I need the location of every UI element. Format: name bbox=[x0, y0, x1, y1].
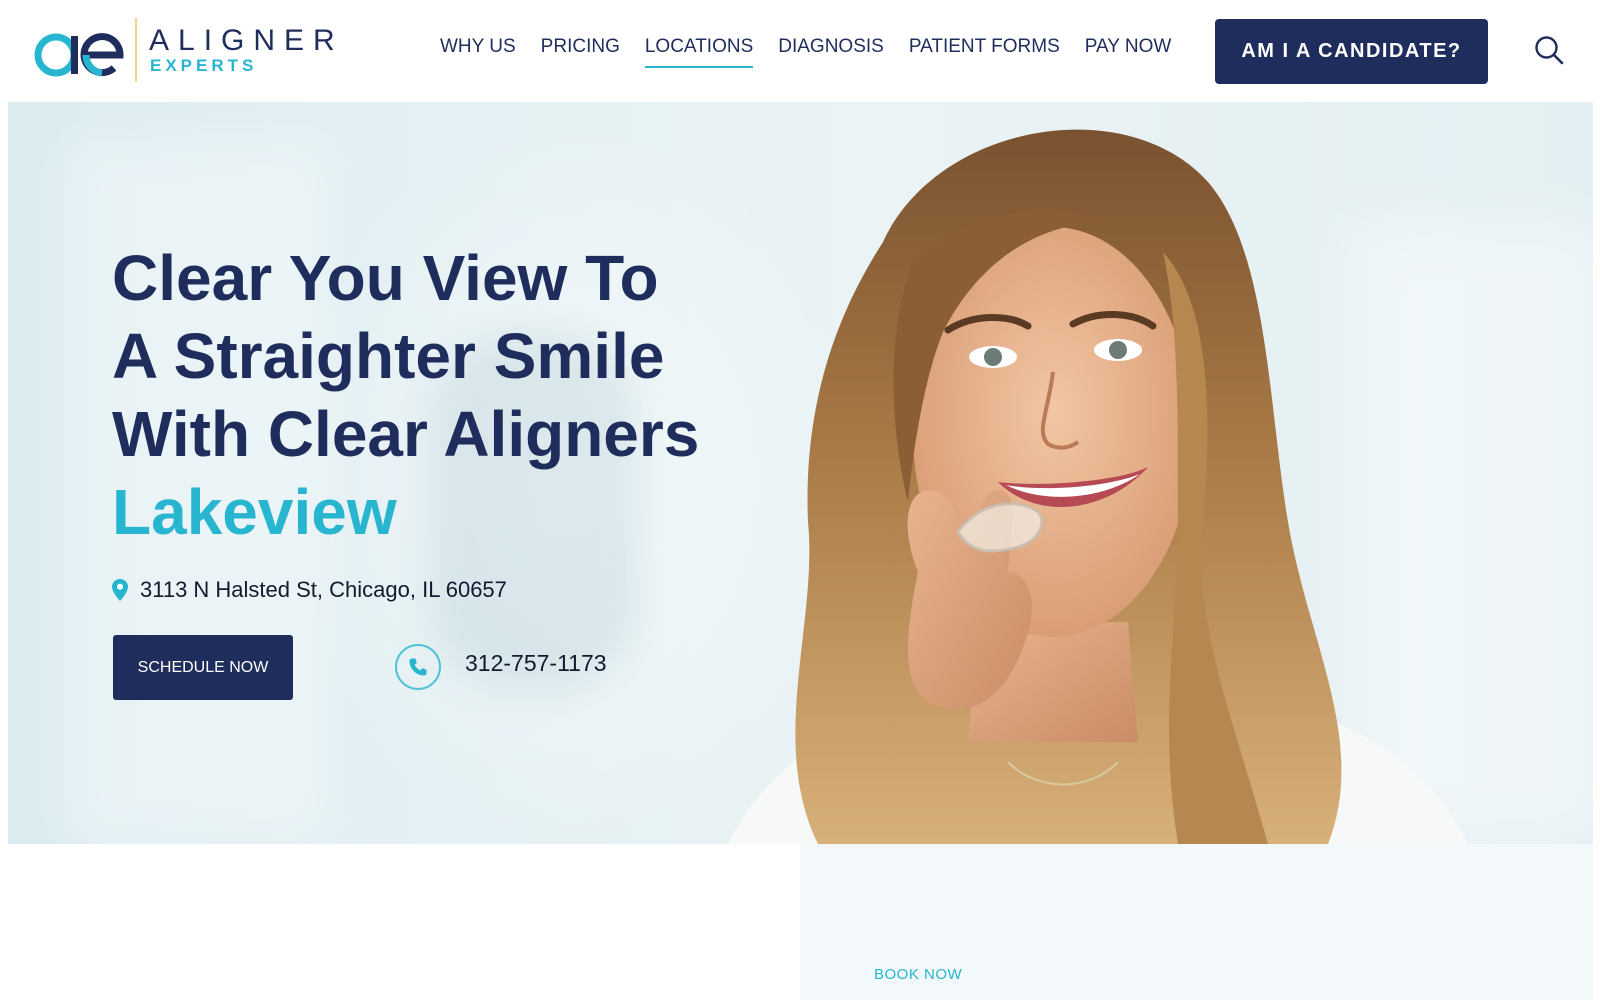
woman-holding-clear-aligner-photo bbox=[728, 129, 1468, 844]
logo-wordmark-aligner: ALIGNER bbox=[149, 24, 344, 57]
hero-heading-line: A Straighter Smile bbox=[112, 320, 665, 392]
nav-item-pay-now[interactable]: PAY NOW bbox=[1085, 36, 1172, 68]
schedule-now-button[interactable]: SCHEDULE NOW bbox=[113, 635, 293, 700]
nav-item-why-us[interactable]: WHY US bbox=[440, 36, 516, 68]
lower-left-panel bbox=[0, 844, 800, 1000]
search-icon bbox=[1535, 36, 1564, 65]
hero-location-name: Lakeview bbox=[112, 476, 397, 548]
book-now-link[interactable]: BOOK NOW bbox=[874, 966, 962, 983]
hero-section: Clear You View To A Straighter Smile Wit… bbox=[8, 102, 1593, 844]
hero-heading-line: With Clear Aligners bbox=[112, 398, 700, 470]
nav-item-locations[interactable]: LOCATIONS bbox=[644, 36, 754, 68]
logo-wordmark-experts: EXPERTS bbox=[150, 56, 258, 75]
ae-monogram-icon bbox=[34, 33, 124, 77]
phone-icon bbox=[409, 658, 427, 676]
address-text: 3113 N Halsted St, Chicago, IL 60657 bbox=[140, 577, 507, 602]
hero-heading-line: Clear You View To bbox=[112, 242, 659, 314]
location-address: 3113 N Halsted St, Chicago, IL 60657 bbox=[112, 575, 507, 605]
am-i-a-candidate-button[interactable]: AM I A CANDIDATE? bbox=[1215, 19, 1488, 84]
phone-number-link[interactable]: 312-757-1173 bbox=[465, 650, 607, 677]
main-navigation: WHY US PRICING LOCATIONS DIAGNOSIS PATIE… bbox=[440, 36, 1196, 68]
nav-item-pricing[interactable]: PRICING bbox=[541, 36, 620, 68]
nav-item-patient-forms[interactable]: PATIENT FORMS bbox=[909, 36, 1060, 68]
aligner-experts-logo[interactable]: ALIGNER EXPERTS bbox=[32, 16, 335, 86]
search-button[interactable] bbox=[1533, 35, 1565, 67]
nav-item-diagnosis[interactable]: DIAGNOSIS bbox=[778, 36, 884, 68]
site-header: ALIGNER EXPERTS WHY US PRICING LOCATIONS… bbox=[0, 0, 1600, 102]
map-pin-icon bbox=[112, 579, 128, 601]
logo-divider bbox=[135, 18, 137, 82]
phone-icon-circle[interactable] bbox=[395, 644, 441, 690]
hero-heading: Clear You View To A Straighter Smile Wit… bbox=[112, 239, 752, 551]
